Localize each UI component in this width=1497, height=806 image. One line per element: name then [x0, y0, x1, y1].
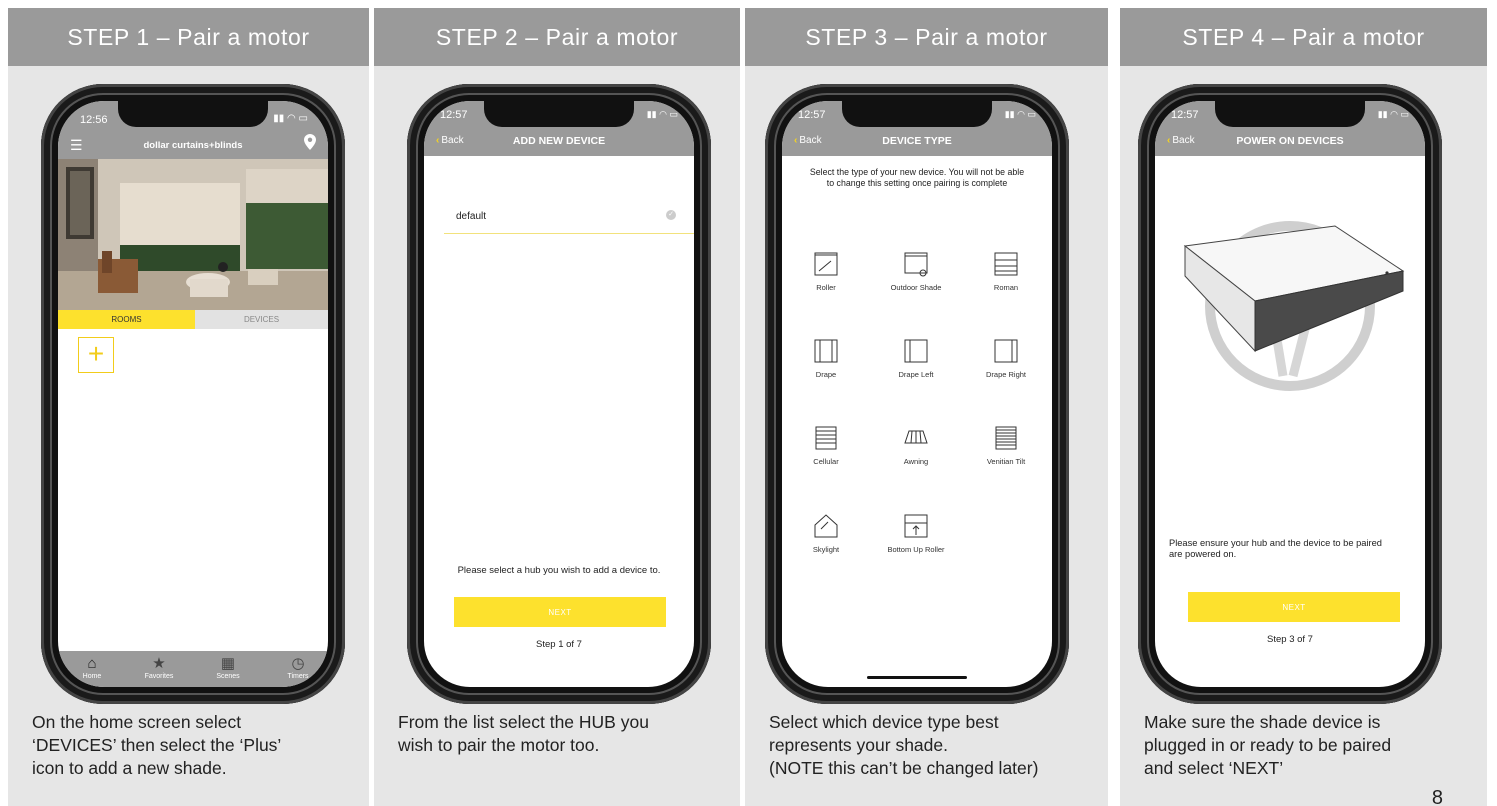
- check-icon: ✓: [666, 210, 676, 220]
- hub-device-illustration: [1183, 221, 1405, 391]
- brand-logo: dollar curtains+blinds: [143, 140, 243, 151]
- tab-timers[interactable]: ◷ Timers: [268, 655, 328, 680]
- step-1-panel: STEP 1 – Pair a motor 12:56 ▮▮ ◠ ▭ ☰ dol…: [8, 8, 369, 806]
- step-3-caption: Select which device type best represents…: [769, 712, 1039, 778]
- step-2-heading: STEP 2 – Pair a motor: [374, 8, 740, 66]
- home-icon: ⌂: [87, 655, 97, 672]
- device-drape-right[interactable]: Drape Right: [962, 338, 1050, 379]
- star-icon: ★: [152, 655, 166, 672]
- roller-icon: [814, 252, 838, 276]
- device-roller[interactable]: Roller: [782, 251, 870, 292]
- step-indicator: Step 1 of 7: [536, 639, 582, 650]
- tab-scenes[interactable]: ▦ Scenes: [198, 655, 258, 680]
- drape-left-icon: [904, 339, 928, 363]
- phone-screen: 12:57 ▮▮ ◠ ▭ ‹ Back DEVICE TYPE Select th…: [782, 101, 1052, 687]
- phone-frame: 12:57 ▮▮ ◠ ▭ ‹ Back ADD NEW DEVICE defaul…: [407, 84, 711, 704]
- power-on-prompt: Please ensure your hub and the device to…: [1169, 538, 1382, 559]
- location-pin-icon[interactable]: [304, 134, 316, 155]
- device-roman[interactable]: Roman: [962, 251, 1050, 292]
- outdoor-shade-icon: [904, 252, 928, 277]
- device-outdoor-shade[interactable]: Outdoor Shade: [872, 251, 960, 292]
- step-3-heading: STEP 3 – Pair a motor: [745, 8, 1108, 66]
- phone-frame: 12:57 ▮▮ ◠ ▭ ‹ Back POWER ON DEVICES Plea…: [1138, 84, 1442, 704]
- skylight-icon: [814, 514, 838, 538]
- step-2-panel: STEP 2 – Pair a motor 12:57 ▮▮ ◠ ▭ ‹ Back…: [374, 8, 740, 806]
- phone-screen: 12:56 ▮▮ ◠ ▭ ☰ dollar curtains+blinds RO…: [58, 101, 328, 687]
- device-drape-left[interactable]: Drape Left: [872, 338, 960, 379]
- device-awning[interactable]: Awning: [872, 425, 960, 466]
- phone-screen: 12:57 ▮▮ ◠ ▭ ‹ Back ADD NEW DEVICE defaul…: [424, 101, 694, 687]
- next-button[interactable]: NEXT: [454, 597, 666, 627]
- phone-frame: 12:57 ▮▮ ◠ ▭ ‹ Back DEVICE TYPE Select th…: [765, 84, 1069, 704]
- device-type-instruction: Select the type of your new device. You …: [809, 167, 1025, 188]
- step-4-heading: STEP 4 – Pair a motor: [1120, 8, 1487, 66]
- step-4-caption: Make sure the shade device is plugged in…: [1144, 712, 1392, 778]
- device-skylight[interactable]: Skylight: [782, 513, 870, 554]
- signal-wifi-battery-icon: ▮▮ ◠ ▭: [1377, 109, 1409, 119]
- step-4-panel: STEP 4 – Pair a motor 12:57 ▮▮ ◠ ▭ ‹ Back…: [1120, 8, 1487, 806]
- page-title: DEVICE TYPE: [882, 135, 952, 147]
- device-drape[interactable]: Drape: [782, 338, 870, 379]
- step-3-panel: STEP 3 – Pair a motor 12:57 ▮▮ ◠ ▭ ‹ Back…: [745, 8, 1108, 806]
- phone-screen: 12:57 ▮▮ ◠ ▭ ‹ Back POWER ON DEVICES Plea…: [1155, 101, 1425, 687]
- clock-icon: ◷: [291, 655, 305, 672]
- signal-wifi-battery-icon: ▮▮ ◠ ▭: [646, 109, 678, 119]
- signal-wifi-battery-icon: ▮▮ ◠ ▭: [1004, 109, 1036, 119]
- step-2-caption: From the list select the HUB you wish to…: [398, 712, 649, 755]
- hub-list-item[interactable]: default ✓: [444, 201, 694, 234]
- step-indicator: Step 3 of 7: [1267, 634, 1313, 645]
- device-bottom-up-roller[interactable]: Bottom Up Roller: [872, 513, 960, 554]
- hub-prompt: Please select a hub you wish to add a de…: [457, 565, 661, 576]
- room-photo: [58, 159, 328, 310]
- next-button[interactable]: NEXT: [1188, 592, 1400, 622]
- step-1-caption: On the home screen select ‘DEVICES’ then…: [32, 712, 282, 778]
- bottom-tab-bar: ⌂ Home ★ Favorites ▦ Scenes ◷ Timers: [58, 651, 328, 687]
- device-venitian-tilt[interactable]: Venitian Tilt: [962, 425, 1050, 466]
- drape-right-icon: [994, 339, 1018, 363]
- signal-wifi-battery-icon: ▮▮ ◠ ▭: [273, 113, 308, 124]
- phone-frame: 12:56 ▮▮ ◠ ▭ ☰ dollar curtains+blinds RO…: [41, 84, 345, 704]
- page-number: 8: [1431, 790, 1443, 806]
- awning-icon: [904, 430, 928, 444]
- device-cellular[interactable]: Cellular: [782, 425, 870, 466]
- tab-home[interactable]: ⌂ Home: [62, 655, 122, 680]
- cellular-icon: [815, 426, 837, 450]
- bottom-up-roller-icon: [904, 514, 928, 538]
- tab-rooms[interactable]: ROOMS: [58, 310, 195, 329]
- roman-icon: [994, 252, 1018, 276]
- tab-devices[interactable]: DEVICES: [195, 310, 328, 329]
- venitian-tilt-icon: [995, 426, 1017, 450]
- page-title: ADD NEW DEVICE: [512, 135, 606, 147]
- step-1-heading: STEP 1 – Pair a motor: [8, 8, 369, 66]
- add-plus-button[interactable]: +: [78, 337, 114, 373]
- home-indicator: [867, 676, 967, 679]
- drape-icon: [814, 339, 838, 363]
- tab-favorites[interactable]: ★ Favorites: [129, 655, 189, 680]
- film-icon: ▦: [220, 655, 236, 672]
- page-title: POWER ON DEVICES: [1236, 135, 1344, 147]
